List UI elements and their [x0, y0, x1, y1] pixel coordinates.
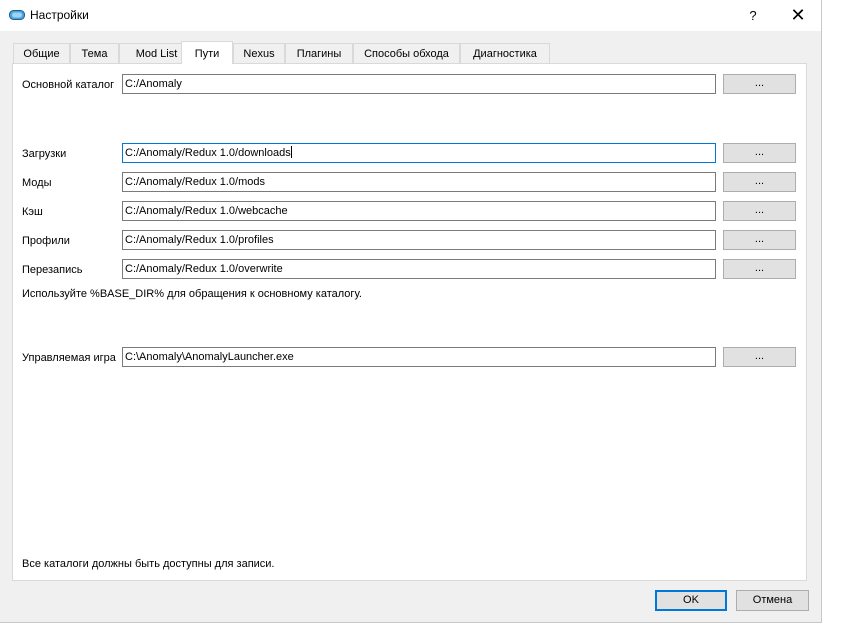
profiles-browse-button[interactable]: ... — [723, 230, 796, 250]
profiles-label: Профили — [22, 235, 70, 247]
tab-paths[interactable]: Пути — [181, 41, 233, 64]
tab-diagnostics[interactable]: Диагностика — [460, 43, 550, 63]
close-icon: ✕ — [790, 5, 806, 25]
title-bar: Настройки ? ✕ — [0, 0, 821, 31]
tab-theme[interactable]: Тема — [70, 43, 119, 63]
tab-plugins[interactable]: Плагины — [285, 43, 353, 63]
tab-general[interactable]: Общие — [13, 43, 70, 63]
window-title: Настройки — [30, 8, 89, 22]
cancel-button[interactable]: Отмена — [736, 590, 809, 611]
overwrite-browse-button[interactable]: ... — [723, 259, 796, 279]
ok-button[interactable]: OK — [655, 590, 727, 611]
managed-game-input[interactable]: C:\Anomaly\AnomalyLauncher.exe — [122, 347, 716, 367]
cache-label: Кэш — [22, 206, 43, 218]
base-dir-label: Основной каталог — [22, 79, 115, 91]
app-window-icon — [9, 10, 25, 20]
downloads-input-text: C:/Anomaly/Redux 1.0/downloads — [125, 147, 291, 159]
profiles-input[interactable]: C:/Anomaly/Redux 1.0/profiles — [122, 230, 716, 250]
paths-panel — [12, 63, 807, 581]
tab-nexus[interactable]: Nexus — [233, 43, 285, 63]
close-button[interactable]: ✕ — [780, 0, 816, 31]
writable-note: Все каталоги должны быть доступны для за… — [22, 558, 275, 570]
base-dir-input[interactable]: C:/Anomaly — [122, 74, 716, 94]
cache-browse-button[interactable]: ... — [723, 201, 796, 221]
downloads-label: Загрузки — [22, 148, 67, 160]
managed-game-label: Управляемая игра — [22, 352, 116, 364]
settings-dialog: Настройки ? ✕ Общие Тема Mod List Пути N… — [0, 0, 822, 623]
help-button[interactable]: ? — [737, 0, 769, 31]
overwrite-input[interactable]: C:/Anomaly/Redux 1.0/overwrite — [122, 259, 716, 279]
text-caret — [290, 146, 292, 158]
mods-label: Моды — [22, 177, 52, 189]
downloads-input[interactable]: C:/Anomaly/Redux 1.0/downloads — [122, 143, 716, 163]
managed-game-browse-button[interactable]: ... — [723, 347, 796, 367]
mods-browse-button[interactable]: ... — [723, 172, 796, 192]
cache-input[interactable]: C:/Anomaly/Redux 1.0/webcache — [122, 201, 716, 221]
base-dir-browse-button[interactable]: ... — [723, 74, 796, 94]
mods-input[interactable]: C:/Anomaly/Redux 1.0/mods — [122, 172, 716, 192]
tab-workarounds[interactable]: Способы обхода — [353, 43, 460, 63]
overwrite-label: Перезапись — [22, 264, 83, 276]
downloads-browse-button[interactable]: ... — [723, 143, 796, 163]
base-dir-hint: Используйте %BASE_DIR% для обращения к о… — [22, 288, 362, 300]
